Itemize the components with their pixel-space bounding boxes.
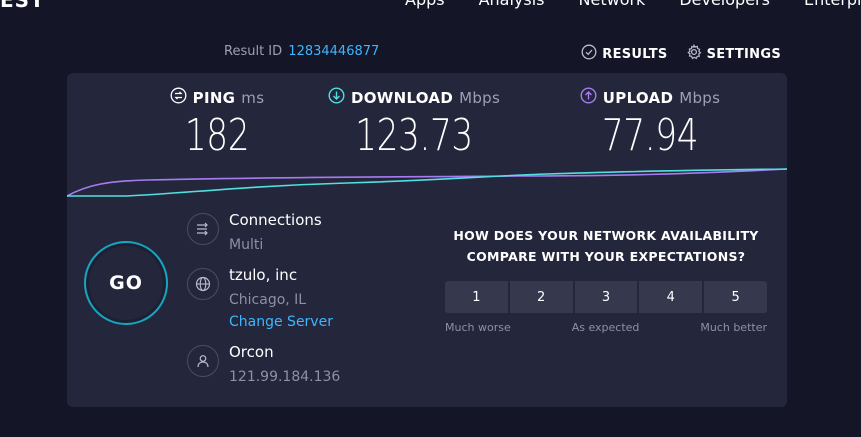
host-ip: 121.99.184.136 bbox=[229, 369, 341, 385]
download-unit: Mbps bbox=[459, 88, 501, 107]
check-circle-icon bbox=[581, 44, 597, 64]
gear-icon bbox=[686, 43, 702, 64]
results-label: RESULTS bbox=[602, 46, 668, 62]
connections-icon bbox=[187, 213, 219, 245]
ping-label: PING bbox=[192, 88, 236, 107]
settings-button[interactable]: SETTINGS bbox=[686, 43, 781, 64]
top-nav: Apps Analysis Network Developers Enterpr… bbox=[405, 0, 861, 9]
rating-option-3[interactable]: 3 bbox=[574, 281, 638, 313]
host-info: Orcon 121.99.184.136 bbox=[187, 343, 341, 385]
connections-info: Connections Multi bbox=[187, 211, 322, 253]
rating-option-2[interactable]: 2 bbox=[509, 281, 573, 313]
rating-label-high: Much better bbox=[700, 321, 767, 334]
go-button[interactable]: GO bbox=[84, 241, 168, 325]
globe-icon bbox=[187, 268, 219, 300]
result-id: Result ID 12834446877 bbox=[224, 44, 379, 59]
speedtest-logo[interactable]: EST bbox=[0, 0, 45, 12]
settings-label: SETTINGS bbox=[706, 46, 781, 62]
ping-icon bbox=[170, 87, 187, 108]
top-actions: RESULTS SETTINGS bbox=[581, 43, 781, 64]
result-id-link[interactable]: 12834446877 bbox=[288, 44, 379, 59]
user-icon bbox=[187, 345, 219, 377]
availability-survey: HOW DOES YOUR NETWORK AVAILABILITY COMPA… bbox=[445, 225, 767, 334]
download-label: DOWNLOAD bbox=[350, 88, 454, 107]
nav-enterprise[interactable]: Enterprise bbox=[804, 0, 861, 9]
host-name: Orcon bbox=[229, 343, 274, 361]
download-value: 123.73 bbox=[355, 110, 473, 161]
change-server-link[interactable]: Change Server bbox=[229, 314, 333, 330]
upload-label: UPLOAD bbox=[602, 88, 674, 107]
rating-option-4[interactable]: 4 bbox=[639, 281, 703, 313]
rating-option-5[interactable]: 5 bbox=[704, 281, 767, 313]
ping-unit: ms bbox=[241, 88, 265, 107]
connections-value: Multi bbox=[229, 237, 264, 253]
rating-scale: 1 2 3 4 5 bbox=[445, 281, 767, 313]
rating-scale-labels: Much worse As expected Much better bbox=[445, 321, 767, 334]
download-metric: DOWNLOAD Mbps 123.73 bbox=[328, 87, 501, 161]
connections-title: Connections bbox=[229, 211, 322, 229]
upload-value: 77.94 bbox=[601, 110, 699, 161]
server-name: tzulo, inc bbox=[229, 266, 298, 284]
nav-network[interactable]: Network bbox=[579, 0, 646, 9]
results-panel: PING ms 182 DOWNLOAD Mbps 123.73 UPLOAD … bbox=[67, 73, 787, 407]
rating-label-low: Much worse bbox=[445, 321, 511, 334]
rating-label-mid: As expected bbox=[571, 321, 640, 334]
results-button[interactable]: RESULTS bbox=[581, 44, 667, 64]
upload-arrow-icon bbox=[580, 87, 597, 108]
rating-option-1[interactable]: 1 bbox=[445, 281, 508, 313]
result-id-label: Result ID bbox=[224, 44, 283, 59]
upload-curve bbox=[67, 168, 787, 197]
speed-graph bbox=[67, 168, 787, 197]
survey-question-line1: HOW DOES YOUR NETWORK AVAILABILITY bbox=[453, 228, 759, 243]
ping-value: 182 bbox=[184, 110, 250, 161]
upload-unit: Mbps bbox=[679, 88, 721, 107]
nav-apps[interactable]: Apps bbox=[405, 0, 445, 9]
server-location: Chicago, IL bbox=[229, 292, 307, 308]
download-arrow-icon bbox=[328, 87, 345, 108]
survey-question: HOW DOES YOUR NETWORK AVAILABILITY COMPA… bbox=[445, 225, 767, 267]
upload-metric: UPLOAD Mbps 77.94 bbox=[575, 87, 725, 161]
nav-developers[interactable]: Developers bbox=[679, 0, 770, 9]
ping-metric: PING ms 182 bbox=[157, 87, 277, 161]
survey-question-line2: COMPARE WITH YOUR EXPECTATIONS? bbox=[466, 249, 746, 264]
nav-analysis[interactable]: Analysis bbox=[479, 0, 545, 9]
server-info: tzulo, inc Chicago, IL Change Server bbox=[187, 266, 333, 330]
